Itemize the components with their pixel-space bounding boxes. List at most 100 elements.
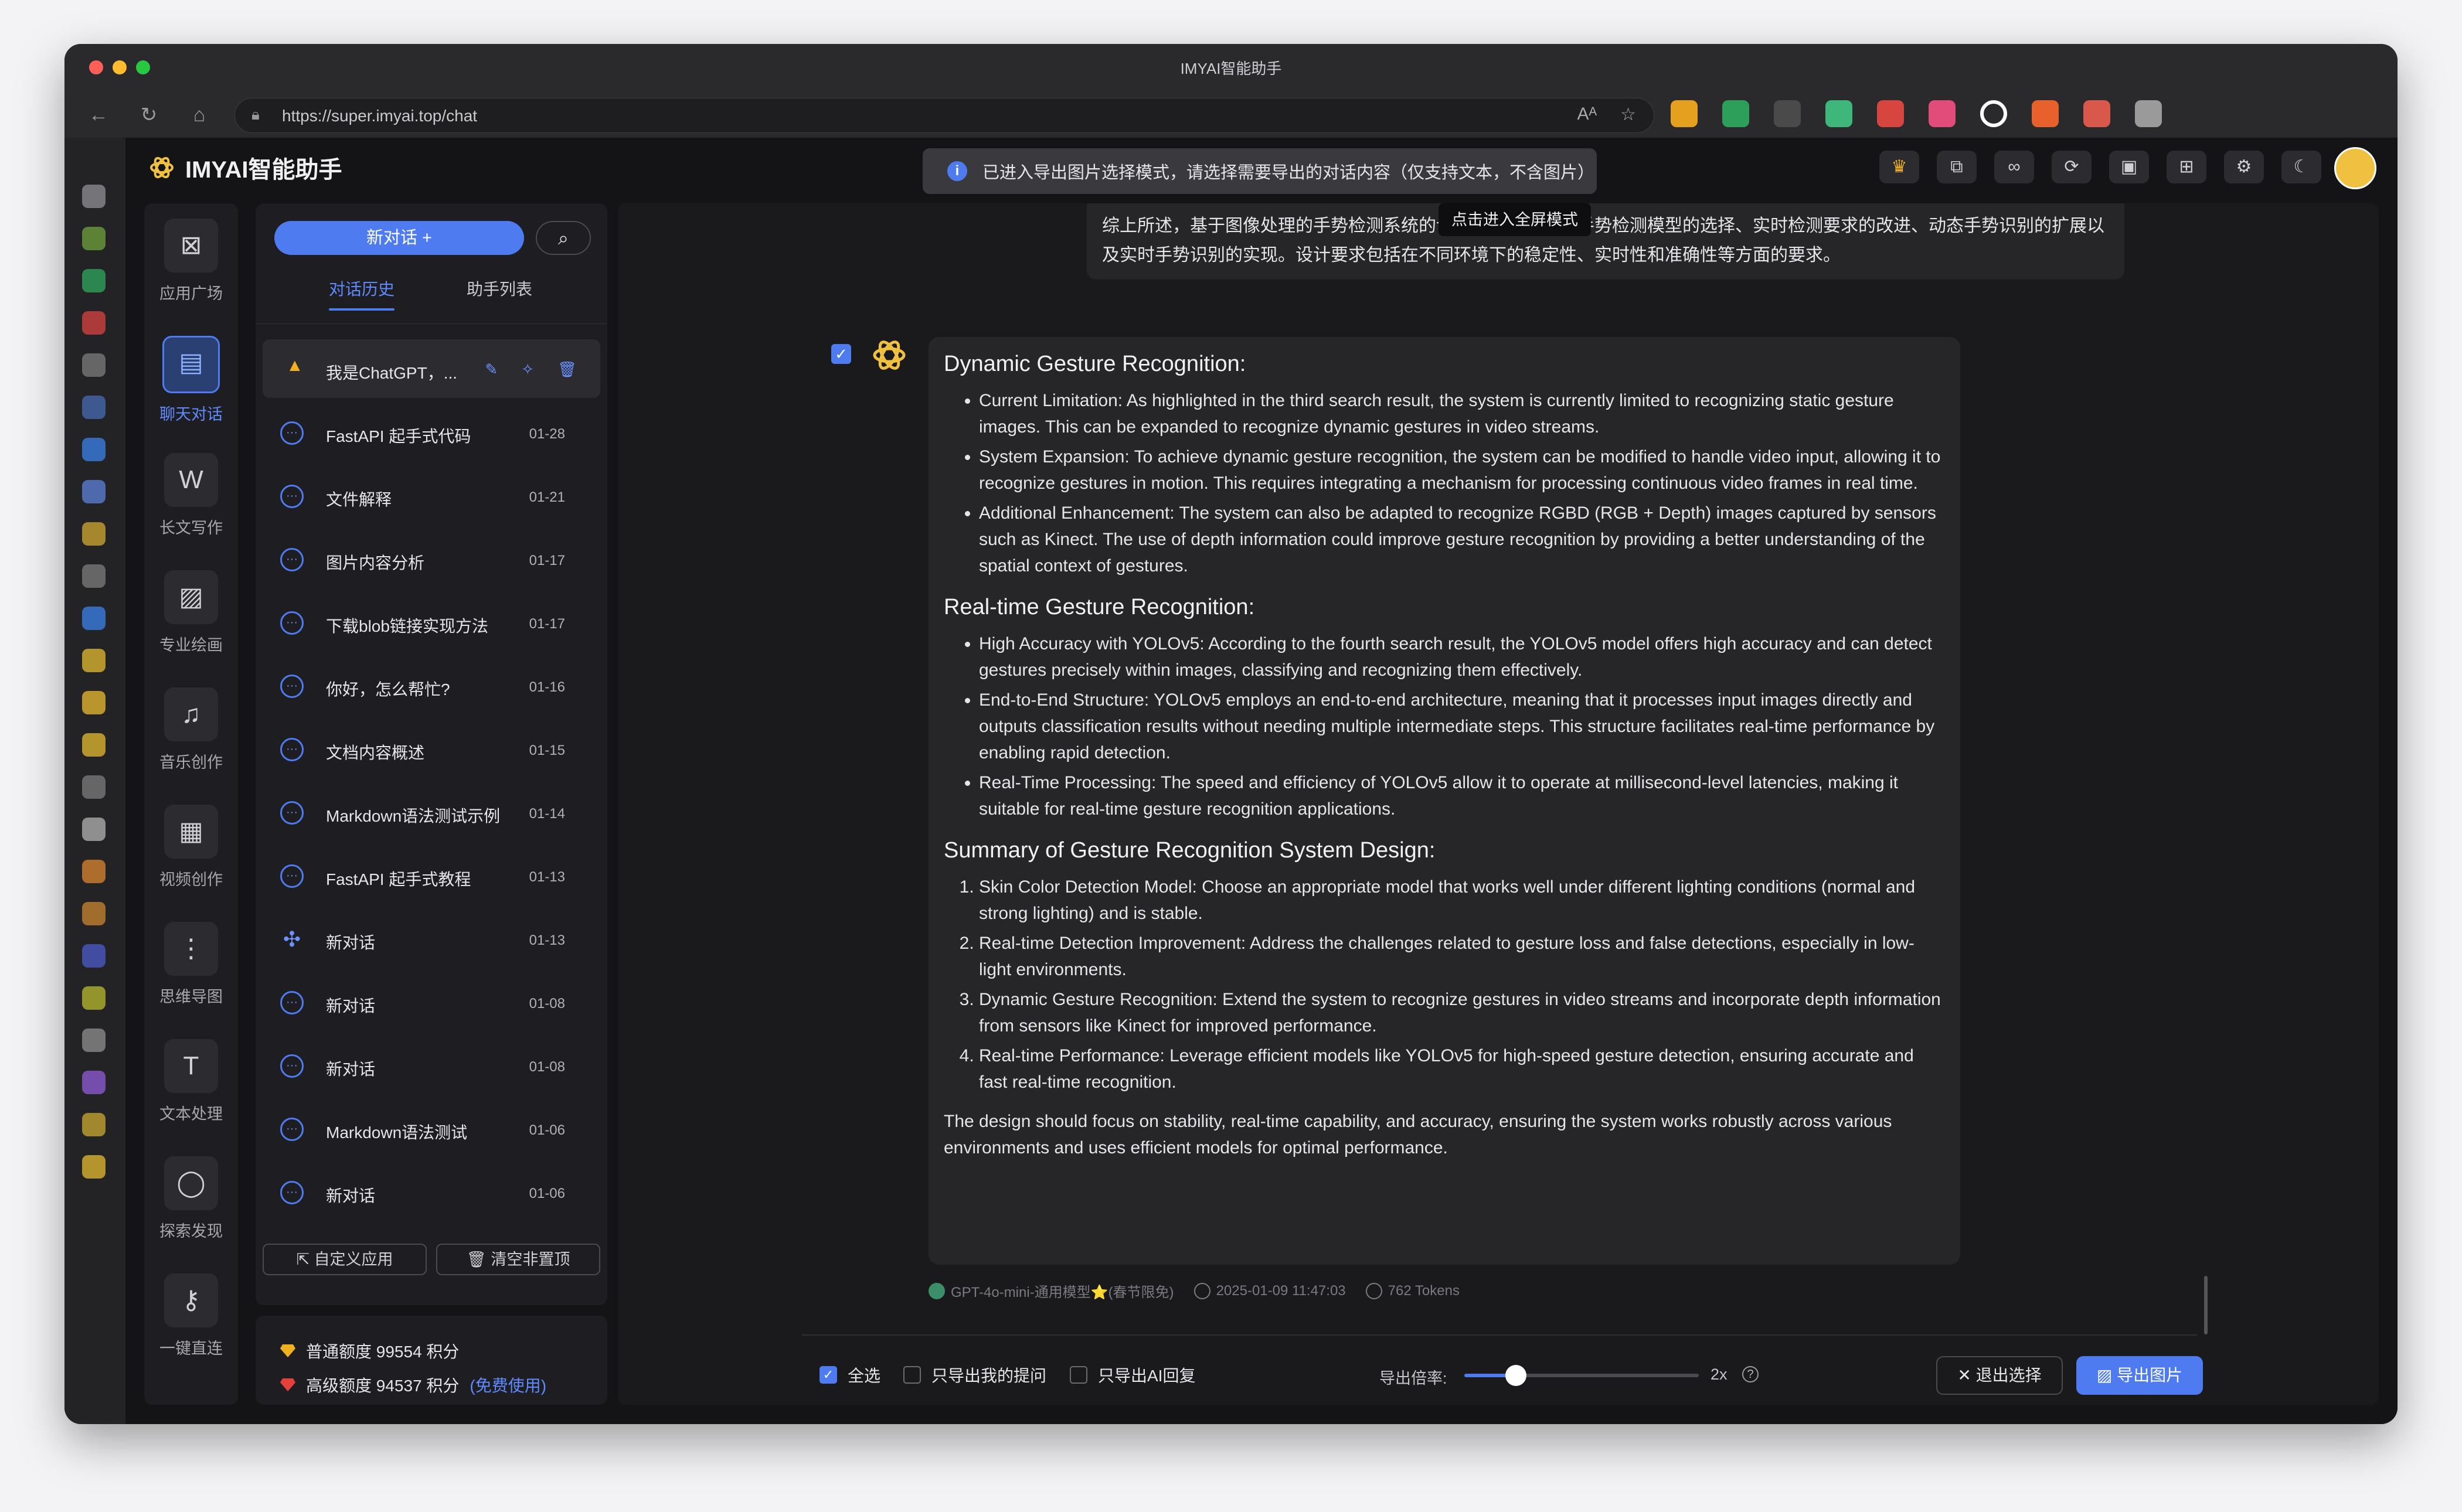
free-use-link[interactable]: (免费使用) <box>470 1373 546 1397</box>
link-icon[interactable]: ∞ <box>1994 151 2034 183</box>
sidebar-tab-icon[interactable] <box>82 564 106 588</box>
sidebar-tab-icon[interactable] <box>82 1029 106 1052</box>
sidebar-tab-icon[interactable] <box>82 396 106 419</box>
sidebar-tab-icon[interactable] <box>82 269 106 292</box>
sidebar-tab-icon[interactable] <box>82 902 106 925</box>
fullscreen-tooltip: 点击进入全屏模式 <box>1439 203 1591 236</box>
clipboard-icon[interactable]: ▣ <box>2109 151 2149 183</box>
crown-icon[interactable]: ♛ <box>1879 151 1919 183</box>
sidebar-tab-icon[interactable] <box>82 522 106 546</box>
sidebar-tab-icon[interactable] <box>82 1113 106 1136</box>
apps-icon: ⊠ <box>164 219 218 273</box>
moon-icon[interactable]: ☾ <box>2281 151 2321 183</box>
sidebar-tab-icon[interactable] <box>82 944 106 968</box>
chat-bubble-icon: ··· <box>280 1118 304 1141</box>
help-icon[interactable]: ? <box>1742 1366 1759 1382</box>
extension-icon[interactable] <box>1980 100 2007 127</box>
rail-item-chat[interactable]: ▤ 聊天对话 <box>144 336 238 424</box>
history-item[interactable]: ··· Markdown语法测试 01-06 <box>263 1099 600 1162</box>
history-item[interactable]: ··· FastAPI 起手式教程 01-13 <box>263 846 600 909</box>
rail-item-word[interactable]: W 长文写作 <box>144 453 238 538</box>
history-item[interactable]: ··· 你好，怎么帮忙? 01-16 <box>263 656 600 719</box>
history-item[interactable]: ··· 新对话 01-08 <box>263 972 600 1036</box>
history-item[interactable]: ··· 下载blob链接实现方法 01-17 <box>263 592 600 656</box>
only-questions-checkbox[interactable]: 只导出我的提问 <box>903 1363 1046 1387</box>
message-select-checkbox[interactable]: ✓ <box>831 344 851 364</box>
history-item[interactable]: ✣ 新对话 01-13 <box>263 909 600 972</box>
tab-assistants[interactable]: 助手列表 <box>467 277 532 300</box>
chat-scrollbar[interactable] <box>2204 1276 2208 1334</box>
select-all-checkbox[interactable]: ✓ 全选 <box>819 1363 880 1387</box>
new-chat-button[interactable]: 新对话 + <box>274 221 524 255</box>
sidebar-tab-icon[interactable] <box>82 649 106 672</box>
sidebar-tab-icon[interactable] <box>82 986 106 1010</box>
star-icon[interactable]: ☆ <box>1620 104 1636 125</box>
history-item[interactable]: ··· 新对话 01-08 <box>263 1036 600 1099</box>
extension-icon[interactable] <box>2135 100 2162 127</box>
search-button[interactable]: ⌕ <box>536 221 591 255</box>
slider-knob[interactable] <box>1505 1365 1526 1386</box>
export-image-button[interactable]: ▨ 导出图片 <box>2076 1356 2203 1395</box>
history-item[interactable]: ··· FastAPI 起手式代码 01-28 <box>263 403 600 466</box>
extension-icon[interactable] <box>1722 100 1749 127</box>
extension-icon[interactable] <box>1825 100 1852 127</box>
back-icon[interactable]: ← <box>85 101 112 128</box>
rail-item-mindmap[interactable]: ⋮ 思维导图 <box>144 922 238 1007</box>
delete-icon[interactable]: 🗑︎ <box>557 360 577 379</box>
rail-item-apps[interactable]: ⊠ 应用广场 <box>144 219 238 304</box>
home-icon[interactable]: ⌂ <box>186 101 213 128</box>
extension-icon[interactable] <box>1929 100 1956 127</box>
extension-icon[interactable] <box>1774 100 1801 127</box>
gift-icon[interactable]: ⊞ <box>2167 151 2206 183</box>
reload-icon[interactable]: ↻ <box>135 101 162 128</box>
history-item[interactable]: ··· 新对话 01-06 <box>263 1162 600 1225</box>
sidebar-tab-icon[interactable] <box>82 480 106 503</box>
sidebar-tab-icon[interactable] <box>82 691 106 714</box>
sidebar-tab-icon[interactable] <box>82 860 106 883</box>
sidebar-tab-icon[interactable] <box>82 1155 106 1179</box>
history-item[interactable]: ··· Markdown语法测试示例 01-14 <box>263 782 600 846</box>
sidebar-tab-icon[interactable] <box>82 438 106 461</box>
extension-icon[interactable] <box>2032 100 2059 127</box>
premium-quota-text: 高级额度 94537 积分 <box>306 1377 460 1395</box>
sidebar-tab-icon[interactable] <box>82 607 106 630</box>
user-avatar[interactable] <box>2334 147 2376 189</box>
sidebar-tab-icon[interactable] <box>82 227 106 250</box>
history-item[interactable]: ··· 文件解释 01-21 <box>263 466 600 529</box>
history-item-pinned[interactable]: ▲ 我是ChatGPT，... ✎ ✧ 🗑︎ <box>263 339 600 398</box>
rail-item-planet[interactable]: ◯ 探索发现 <box>144 1156 238 1241</box>
read-aloud-icon[interactable]: Aᴬ <box>1577 104 1597 125</box>
history-item[interactable]: ··· 文档内容概述 01-15 <box>263 719 600 782</box>
extension-icon[interactable] <box>1671 100 1698 127</box>
rail-item-key[interactable]: ⚷ 一键直连 <box>144 1273 238 1358</box>
extension-icon[interactable] <box>1877 100 1904 127</box>
pin-icon[interactable]: ✧ <box>521 360 534 379</box>
history-item-title: Markdown语法测试示例 <box>326 807 501 825</box>
tab-history[interactable]: 对话历史 <box>329 277 395 311</box>
rail-item-image[interactable]: ▨ 专业绘画 <box>144 570 238 655</box>
extension-icon[interactable] <box>2083 100 2110 127</box>
rail-item-text[interactable]: T 文本处理 <box>144 1039 238 1124</box>
history-item[interactable]: ··· 图片内容分析 01-17 <box>263 529 600 592</box>
sidebar-tab-icon[interactable] <box>82 1071 106 1094</box>
edit-icon[interactable]: ✎ <box>485 360 498 379</box>
custom-app-button[interactable]: ⇱ 自定义应用 <box>263 1244 427 1275</box>
sync-icon[interactable]: ⟳ <box>2052 151 2092 183</box>
only-ai-checkbox[interactable]: 只导出AI回复 <box>1070 1363 1195 1387</box>
gear-icon[interactable]: ⚙ <box>2224 151 2264 183</box>
sidebar-tab-icon[interactable] <box>82 818 106 841</box>
export-ratio-slider[interactable] <box>1464 1365 1699 1386</box>
exit-selection-button[interactable]: ✕ 退出选择 <box>1936 1356 2063 1395</box>
translate-icon[interactable]: ⧉ <box>1937 151 1977 183</box>
url-field[interactable]: 🔒︎ https://super.imyai.top/chat Aᴬ ☆ <box>234 98 1654 133</box>
sidebar-tab-icon[interactable] <box>82 733 106 757</box>
brand[interactable]: IMYAI智能助手 <box>148 151 342 185</box>
sidebar-tab-icon[interactable] <box>82 311 106 335</box>
sidebar-tab-icon[interactable] <box>82 185 106 208</box>
rail-item-video[interactable]: ▦ 视频创作 <box>144 805 238 890</box>
clear-unpinned-button[interactable]: 🗑︎ 清空非置顶 <box>436 1244 600 1275</box>
rail-item-music[interactable]: ♫ 音乐创作 <box>144 687 238 772</box>
image-icon: ▨ <box>164 570 218 624</box>
sidebar-tab-icon[interactable] <box>82 353 106 377</box>
sidebar-tab-icon[interactable] <box>82 775 106 799</box>
